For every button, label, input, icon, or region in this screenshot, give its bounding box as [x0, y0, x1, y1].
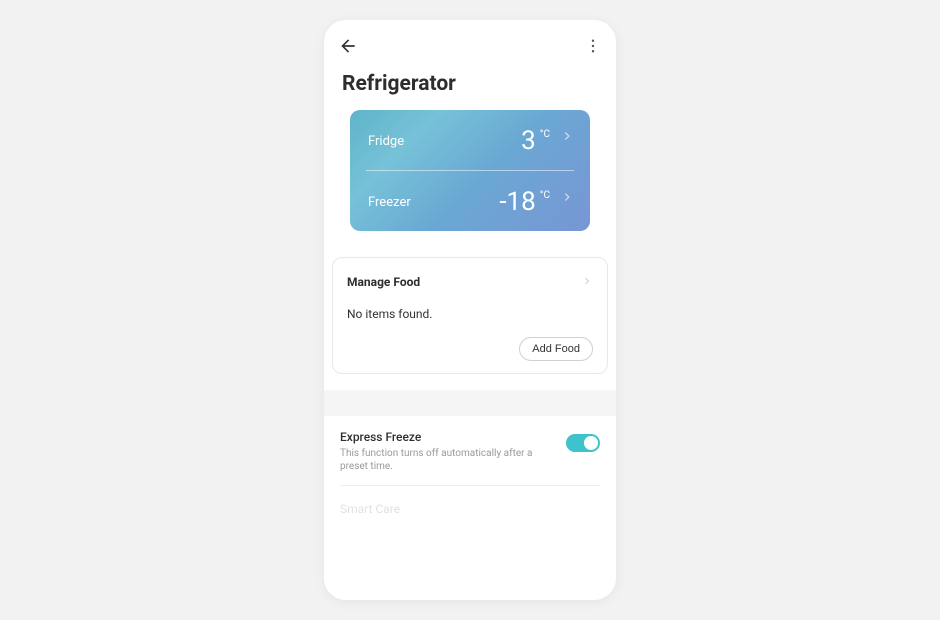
settings-section: Express Freeze This function turns off a… — [324, 416, 616, 516]
more-button[interactable] — [584, 37, 602, 55]
toggle-knob — [584, 436, 598, 450]
more-vertical-icon — [584, 37, 602, 55]
page-title: Refrigerator — [324, 64, 616, 110]
fade-overlay — [324, 530, 616, 600]
chevron-right-icon — [560, 189, 574, 208]
express-freeze-desc: This function turns off automatically af… — [340, 447, 554, 473]
app-screen: Refrigerator Fridge 3 °C Freezer -18 °C — [324, 20, 616, 600]
freezer-label: Freezer — [368, 195, 411, 210]
manage-food-card: Manage Food No items found. Add Food — [332, 257, 608, 374]
fridge-value-wrap: 3 °C — [521, 128, 574, 154]
temperature-card: Fridge 3 °C Freezer -18 °C — [350, 110, 590, 231]
freezer-value-wrap: -18 °C — [499, 189, 574, 215]
freezer-unit: °C — [540, 191, 550, 201]
smart-care-title: Smart Care — [340, 502, 400, 516]
top-bar — [324, 20, 616, 64]
express-freeze-toggle[interactable] — [566, 434, 600, 452]
manage-food-title: Manage Food — [347, 275, 420, 289]
chevron-right-icon — [560, 128, 574, 147]
smart-care-row: Smart Care — [340, 486, 600, 516]
fridge-value: 3 — [521, 128, 536, 154]
express-freeze-row: Express Freeze This function turns off a… — [340, 416, 600, 486]
fridge-label: Fridge — [368, 134, 404, 149]
express-freeze-text: Express Freeze This function turns off a… — [340, 430, 566, 473]
manage-food-header[interactable]: Manage Food — [347, 272, 593, 291]
express-freeze-title: Express Freeze — [340, 430, 554, 444]
back-button[interactable] — [338, 36, 358, 56]
section-gap — [324, 390, 616, 416]
fridge-temp-row[interactable]: Fridge 3 °C — [350, 110, 590, 170]
freezer-temp-row[interactable]: Freezer -18 °C — [350, 171, 590, 231]
add-food-button[interactable]: Add Food — [519, 337, 593, 361]
fridge-unit: °C — [540, 130, 550, 140]
chevron-right-icon — [581, 272, 593, 291]
freezer-value: -18 — [499, 189, 535, 215]
manage-food-empty-text: No items found. — [347, 307, 593, 321]
arrow-left-icon — [338, 36, 358, 56]
add-food-row: Add Food — [347, 337, 593, 361]
